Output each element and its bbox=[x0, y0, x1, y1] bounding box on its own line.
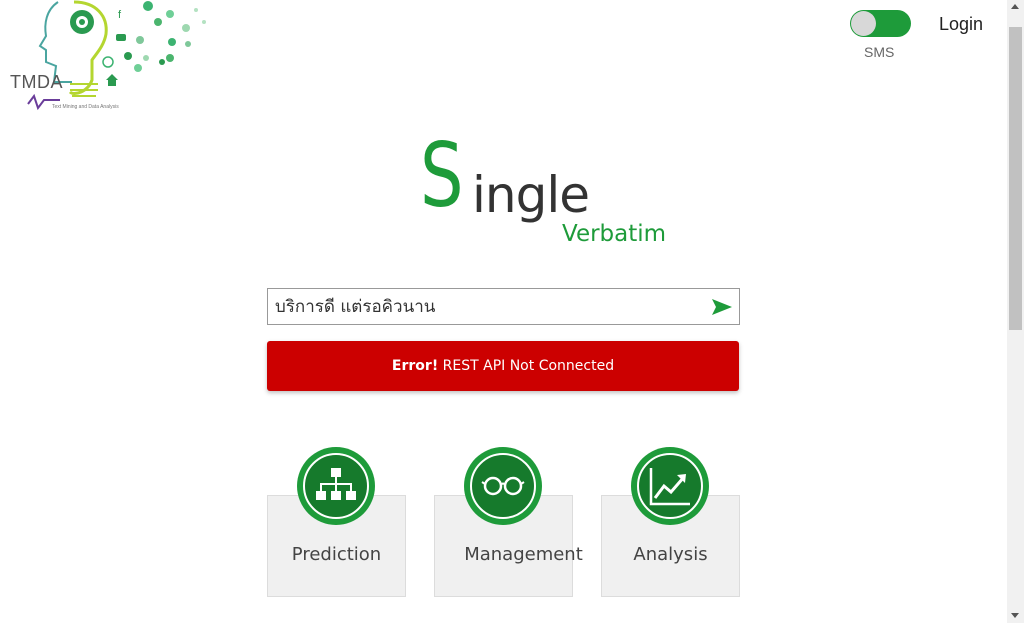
sms-toggle-label: SMS bbox=[864, 44, 895, 60]
error-message: REST API Not Connected bbox=[438, 358, 615, 374]
search-box bbox=[267, 288, 740, 325]
management-circle[interactable] bbox=[464, 447, 542, 525]
title-first-letter: S bbox=[420, 124, 464, 227]
login-link[interactable]: Login bbox=[939, 14, 983, 35]
head-logo-icon: f bbox=[27, 0, 206, 111]
analysis-circle[interactable] bbox=[631, 447, 709, 525]
toggle-knob bbox=[851, 11, 876, 36]
scroll-up-arrow-icon[interactable] bbox=[1011, 4, 1019, 9]
error-prefix: Error! bbox=[391, 358, 439, 374]
send-arrow-icon[interactable] bbox=[711, 298, 733, 316]
search-input[interactable] bbox=[275, 289, 695, 324]
management-card-label: Management bbox=[464, 544, 583, 565]
logo-tagline: Text Mining and Data Analysis bbox=[52, 104, 119, 110]
trend-chart-icon bbox=[649, 468, 690, 506]
scroll-down-arrow-icon[interactable] bbox=[1011, 613, 1019, 618]
tmda-logo: f TMDA Text Mining and Data Analysis bbox=[0, 0, 215, 118]
page-scrollbar[interactable] bbox=[1007, 0, 1024, 623]
error-alert: Error! REST API Not Connected bbox=[267, 341, 739, 391]
svg-text:f: f bbox=[118, 9, 122, 21]
logo-brand-text: TMDA bbox=[10, 72, 63, 92]
glasses-icon bbox=[481, 476, 525, 496]
sms-toggle[interactable] bbox=[850, 10, 911, 37]
scrollbar-thumb[interactable] bbox=[1009, 27, 1022, 330]
analysis-card-label: Analysis bbox=[633, 544, 708, 565]
prediction-circle[interactable] bbox=[297, 447, 375, 525]
title-subtitle: Verbatim bbox=[562, 221, 667, 247]
prediction-card-label: Prediction bbox=[291, 544, 382, 565]
title-rest: ingle bbox=[472, 166, 590, 224]
sitemap-icon bbox=[316, 468, 356, 500]
